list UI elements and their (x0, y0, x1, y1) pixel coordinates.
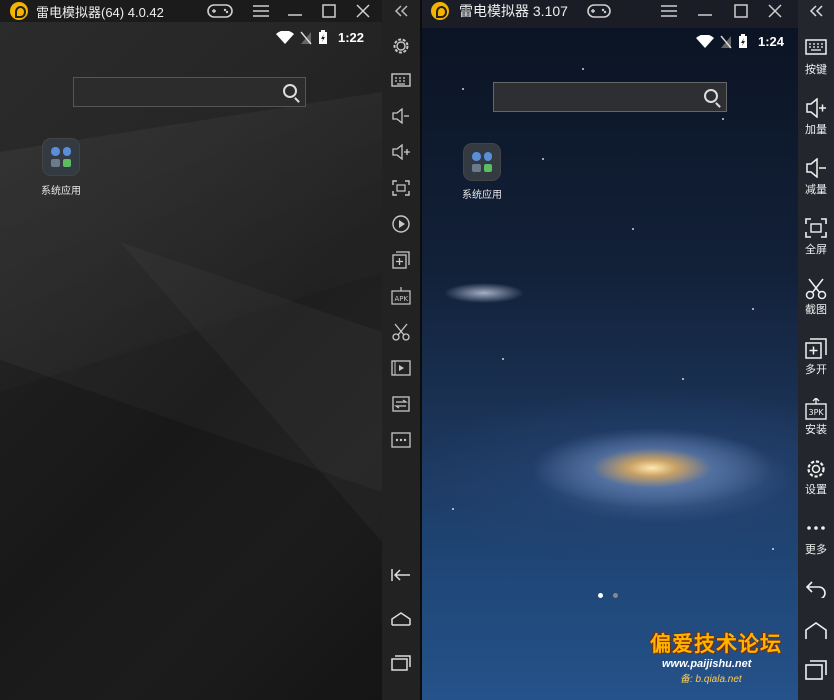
toolbar-label: 安装 (805, 424, 827, 436)
wifi-icon (696, 34, 714, 48)
app-label-left: 系统应用 (41, 186, 81, 197)
volume-up-icon (805, 97, 827, 120)
battery-charging-icon (319, 30, 327, 44)
video-icon[interactable] (390, 357, 412, 379)
search-bar-right[interactable] (493, 82, 727, 112)
scissors-icon (805, 278, 827, 300)
close-button[interactable] (352, 0, 374, 22)
apk-install-icon[interactable]: APK (390, 285, 412, 307)
no-signal-icon (720, 35, 732, 48)
toolbar-label: 设置 (805, 484, 827, 496)
maximize-button[interactable] (730, 0, 752, 22)
watermark-url: www.paijishu.net (662, 658, 752, 670)
more-icon[interactable] (390, 429, 412, 451)
toolbar-label: 加量 (805, 124, 827, 136)
system-apps-folder-right[interactable] (463, 143, 501, 181)
apk-install-icon: 3PK (805, 397, 827, 420)
toolbar-label: 多开 (805, 364, 827, 376)
volume-up-icon[interactable] (390, 141, 412, 163)
toolbar-item-volume-up[interactable]: 加量 (798, 97, 834, 137)
app-logo-icon (10, 2, 28, 20)
toolbar-item-multi-open[interactable]: 多开 (798, 338, 834, 377)
search-icon (704, 89, 718, 103)
minimize-button[interactable] (694, 0, 716, 22)
recent-apps-icon[interactable] (390, 652, 412, 674)
battery-charging-icon (739, 34, 747, 48)
window-title-right: 雷电模拟器 3.107 (459, 3, 568, 19)
clock-right: 1:24 (758, 34, 785, 49)
toolbar-label: 按键 (805, 64, 827, 76)
side-toolbar-right: 按键 加量 减量 全屏 截图 多开 3PK 安装 设置 更多 (798, 0, 834, 700)
status-bar-left: 1:22 (276, 30, 364, 45)
toolbar-label: 减量 (805, 184, 827, 196)
gamepad-icon[interactable] (586, 0, 612, 22)
toolbar-item-screenshot[interactable]: 截图 (798, 278, 834, 317)
no-signal-icon (300, 31, 312, 44)
title-bar-right: 雷电模拟器 3.107 (431, 0, 568, 22)
clock-left: 1:22 (338, 30, 365, 45)
android-screen-right[interactable]: 1:24 系统应用 (422, 28, 798, 700)
emulator-window-left: 雷电模拟器(64) 4.0.42 1:22 系统应用 APK (0, 0, 420, 700)
toolbar-label: 截图 (805, 304, 827, 316)
keyboard-icon (805, 38, 827, 60)
multi-open-icon[interactable] (390, 249, 412, 271)
forum-watermark: 偏爱技术论坛 www.paijishu.net 备: b.qiala.net (650, 628, 834, 685)
toolbar-item-settings[interactable]: 设置 (798, 458, 834, 497)
minimize-button[interactable] (284, 0, 306, 22)
wifi-icon (276, 30, 294, 44)
window-title-left: 雷电模拟器(64) 4.0.42 (36, 4, 164, 20)
toolbar-item-keys[interactable]: 按键 (798, 38, 834, 77)
menu-icon[interactable] (250, 0, 272, 22)
gear-icon[interactable] (390, 35, 412, 57)
page-indicator (598, 593, 618, 598)
record-icon[interactable] (390, 213, 412, 235)
watermark-title: 偏爱技术论坛 (650, 633, 782, 656)
back-icon[interactable] (798, 580, 834, 598)
multi-open-icon (805, 338, 827, 360)
emulator-window-right: 雷电模拟器 3.107 1:24 系统应用 按键 加量 减量 全屏 截图 多开 … (422, 0, 834, 700)
fullscreen-icon[interactable] (390, 177, 412, 199)
home-icon[interactable] (390, 608, 412, 630)
fullscreen-icon (805, 218, 827, 240)
maximize-button[interactable] (318, 0, 340, 22)
scissors-icon[interactable] (390, 321, 412, 343)
system-apps-folder-left[interactable] (42, 138, 80, 176)
search-icon (283, 84, 297, 98)
toolbar-item-fullscreen[interactable]: 全屏 (798, 218, 834, 257)
volume-down-icon[interactable] (390, 105, 412, 127)
toolbar-item-volume-down[interactable]: 减量 (798, 157, 834, 197)
title-bar-left: 雷电模拟器(64) 4.0.42 (10, 0, 164, 22)
status-bar-right: 1:24 (696, 34, 784, 49)
toolbar-label: 全屏 (805, 244, 827, 256)
gear-icon (805, 458, 827, 480)
collapse-icon[interactable] (798, 0, 834, 22)
svg-text:3PK: 3PK (809, 408, 825, 417)
gamepad-icon[interactable] (206, 0, 234, 22)
android-screen-left[interactable]: 1:22 系统应用 (0, 22, 382, 700)
keyboard-icon[interactable] (390, 69, 412, 91)
toolbar-item-install[interactable]: 3PK 安装 (798, 397, 834, 437)
back-icon[interactable] (390, 564, 412, 586)
toolbar-label: 更多 (805, 544, 827, 556)
more-icon (805, 518, 827, 540)
app-logo-icon (431, 2, 449, 20)
search-bar-left[interactable] (73, 77, 306, 107)
toolbar-item-more[interactable]: 更多 (798, 518, 834, 557)
collapse-icon[interactable] (390, 0, 412, 22)
close-button[interactable] (764, 0, 786, 22)
volume-down-icon (805, 157, 827, 180)
side-toolbar-left: APK (382, 0, 420, 700)
watermark-url-backup: 备: b.qiala.net (680, 674, 742, 685)
svg-text:APK: APK (395, 295, 409, 303)
app-label-right: 系统应用 (462, 190, 502, 201)
menu-icon[interactable] (658, 0, 680, 22)
sync-icon[interactable] (390, 393, 412, 415)
